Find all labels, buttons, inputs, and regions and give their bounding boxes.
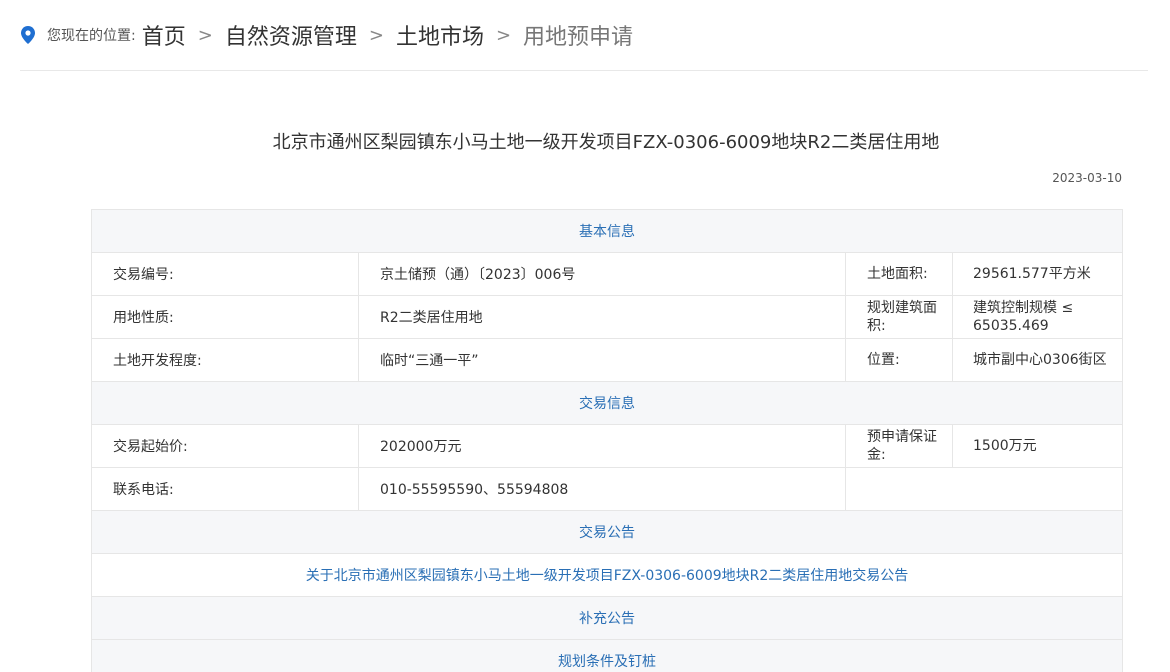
- table-row: 交易起始价: 202000万元 预申请保证金: 1500万元: [91, 424, 1123, 468]
- breadcrumb-prefix: 您现在的位置:: [47, 28, 136, 44]
- table-row: 交易公告: [91, 510, 1123, 554]
- table-row: 规划条件及钉桩: [91, 639, 1123, 672]
- deposit-label: 预申请保证金:: [845, 424, 953, 468]
- start-price-value: 202000万元: [358, 424, 846, 468]
- breadcrumb-home[interactable]: 首页: [142, 19, 186, 51]
- breadcrumb-separator: >: [495, 24, 512, 46]
- empty-cell: [845, 467, 1123, 511]
- table-row: 补充公告: [91, 596, 1123, 640]
- breadcrumb-current: 用地预申请: [523, 25, 634, 50]
- land-use-value: R2二类居住用地: [358, 295, 846, 339]
- table-row: 用地性质: R2二类居住用地 规划建筑面积: 建筑控制规模 ≤ 65035.46…: [91, 295, 1123, 339]
- dev-level-value: 临时“三通一平”: [358, 338, 846, 382]
- section-basic-info: 基本信息: [91, 209, 1123, 253]
- breadcrumb-land-market[interactable]: 土地市场: [396, 19, 484, 51]
- table-row: 土地开发程度: 临时“三通一平” 位置: 城市副中心0306街区: [91, 338, 1123, 382]
- location-value: 城市副中心0306街区: [952, 338, 1123, 382]
- dev-level-label: 土地开发程度:: [91, 338, 359, 382]
- table-row: 交易编号: 京土储预（通）〔2023〕006号 土地面积: 29561.577平…: [91, 252, 1123, 296]
- phone-value: 010-55595590、55594808: [358, 467, 846, 511]
- land-area-label: 土地面积:: [845, 252, 953, 296]
- table-row: 关于北京市通州区梨园镇东小马土地一级开发项目FZX-0306-6009地块R2二…: [91, 553, 1123, 597]
- table-row: 联系电话: 010-55595590、55594808: [91, 467, 1123, 511]
- breadcrumb-separator: >: [197, 24, 213, 46]
- breadcrumb-separator: >: [368, 24, 384, 46]
- notice-title: 北京市通州区梨园镇东小马土地一级开发项目FZX-0306-6009地块R2二类居…: [272, 132, 940, 153]
- breadcrumb-natural-resources[interactable]: 自然资源管理: [225, 19, 357, 51]
- land-info-table: 基本信息 交易编号: 京土储预（通）〔2023〕006号 土地面积: 29561…: [91, 209, 1123, 672]
- breadcrumb: 您现在的位置: 首页 > 自然资源管理 > 土地市场 > 用地预申请: [20, 0, 1148, 71]
- announcement-link[interactable]: 关于北京市通州区梨园镇东小马土地一级开发项目FZX-0306-6009地块R2二…: [91, 553, 1123, 597]
- deposit-value: 1500万元: [952, 424, 1123, 468]
- table-row: 基本信息: [91, 209, 1123, 253]
- plan-area-value: 建筑控制规模 ≤ 65035.469: [952, 295, 1123, 339]
- location-label: 位置:: [845, 338, 953, 382]
- trade-no-value: 京土储预（通）〔2023〕006号: [358, 252, 846, 296]
- land-area-value: 29561.577平方米: [952, 252, 1123, 296]
- section-trade-announcement: 交易公告: [91, 510, 1123, 554]
- trade-no-label: 交易编号:: [91, 252, 359, 296]
- section-trade-info: 交易信息: [91, 381, 1123, 425]
- section-planning-conditions: 规划条件及钉桩: [91, 639, 1123, 672]
- notice-date: 2023-03-10: [1052, 171, 1122, 185]
- table-row: 交易信息: [91, 381, 1123, 425]
- section-supplement-notice: 补充公告: [91, 596, 1123, 640]
- map-pin-icon: [21, 26, 35, 44]
- land-use-label: 用地性质:: [91, 295, 359, 339]
- phone-label: 联系电话:: [91, 467, 359, 511]
- plan-area-label: 规划建筑面积:: [845, 295, 953, 339]
- start-price-label: 交易起始价:: [91, 424, 359, 468]
